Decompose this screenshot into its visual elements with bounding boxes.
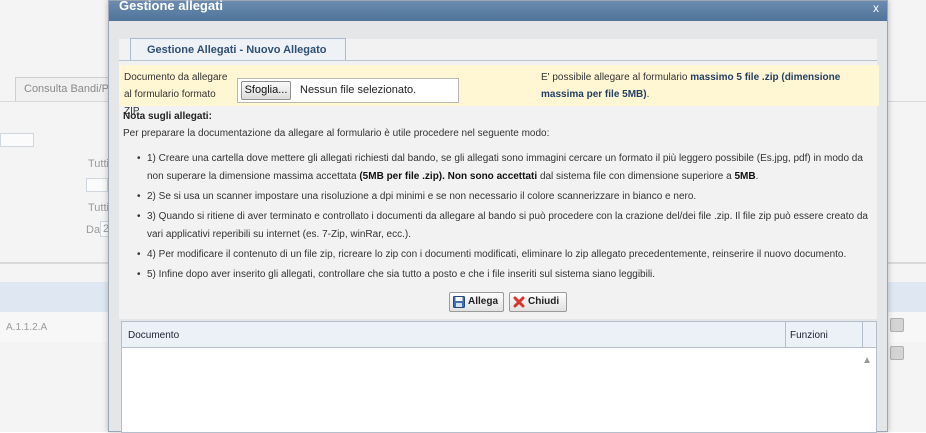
file-input[interactable]: Sfoglia... Nessun file selezionato. — [237, 78, 459, 103]
browse-button[interactable]: Sfoglia... — [241, 81, 291, 100]
dialog-titlebar[interactable]: Gestione allegati x — [109, 0, 887, 21]
filter-value: Tutti — [88, 158, 109, 170]
close-label: Chiudi — [528, 296, 560, 307]
file-status: Nessun file selezionato. — [300, 84, 417, 96]
list-item: 3) Quando si ritiene di aver terminato e… — [137, 208, 877, 244]
list-item: 4) Per modificare il contenuto di un fil… — [137, 246, 877, 264]
list-item: 5) Infine dopo aver inserito gli allegat… — [137, 266, 877, 284]
list-item: 2) Se si usa un scanner impostare una ri… — [137, 188, 877, 206]
close-button[interactable]: Chiudi — [509, 292, 567, 312]
row-code: A.1.1.2.A — [6, 322, 48, 333]
tab-divider — [119, 60, 877, 61]
column-header-document[interactable]: Documento — [124, 322, 179, 347]
tab-new-attachment[interactable]: Gestione Allegati - Nuovo Allegato — [130, 38, 346, 61]
scroll-up-icon[interactable]: ▲ — [862, 355, 872, 366]
instructions-list: 1) Creare una cartella dove mettere gli … — [137, 150, 877, 286]
background-field[interactable] — [0, 133, 34, 147]
date-label: Da — [86, 224, 101, 236]
filter-value: Tutti — [88, 202, 109, 214]
edit-icon[interactable] — [890, 318, 904, 332]
action-bar: Allega Chiudi — [109, 292, 887, 312]
edit-icon[interactable] — [890, 346, 904, 360]
upload-limits-info: E' possibile allegare al formulario mass… — [541, 72, 841, 100]
attachments-grid: Documento Funzioni ▲ — [121, 321, 877, 433]
list-item: 1) Creare una cartella dove mettere gli … — [137, 150, 877, 186]
upload-row: Documento da allegare al formulario form… — [119, 65, 879, 117]
attachments-dialog: Gestione allegati x Gestione Allegati - … — [108, 0, 888, 433]
attach-label: Allega — [468, 296, 499, 307]
attach-button[interactable]: Allega — [449, 292, 504, 312]
column-separator — [862, 322, 863, 347]
close-x-icon — [513, 296, 525, 308]
note-title: Nota sugli allegati: — [123, 111, 212, 122]
dialog-title: Gestione allegati — [119, 0, 224, 13]
grid-header: Documento Funzioni — [122, 322, 876, 348]
note-intro: Per preparare la documentazione da alleg… — [123, 128, 550, 139]
column-header-functions[interactable]: Funzioni — [786, 322, 828, 347]
save-icon — [453, 296, 465, 308]
close-icon[interactable]: x — [873, 1, 879, 15]
background-field[interactable] — [86, 178, 108, 192]
